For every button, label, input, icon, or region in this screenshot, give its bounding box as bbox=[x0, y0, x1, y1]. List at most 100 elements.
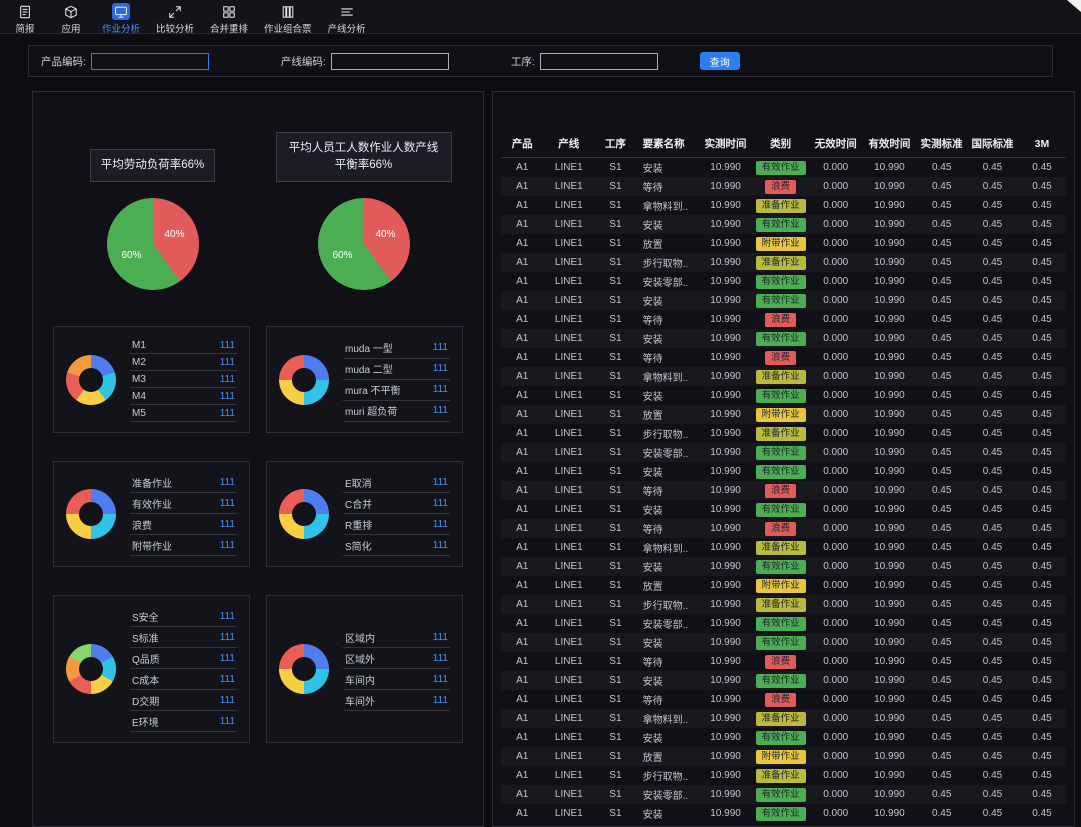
table-cell: 10.990 bbox=[863, 253, 917, 272]
table-row[interactable]: A1LINE1S1安装10.990有效作业0.00010.9900.450.45… bbox=[501, 329, 1066, 348]
nav-item-compare-analysis[interactable]: 比较分析 bbox=[152, 2, 198, 36]
table-cell: 0.45 bbox=[916, 576, 967, 595]
table-cell: A1 bbox=[501, 253, 543, 272]
legend-item[interactable]: C成本111 bbox=[130, 669, 237, 690]
nav-item-job-combination-ticket[interactable]: 作业组合票 bbox=[260, 2, 316, 36]
legend-item[interactable]: E环境111 bbox=[130, 711, 237, 732]
table-row[interactable]: A1LINE1S1安装10.990有效作业0.00010.9900.450.45… bbox=[501, 158, 1066, 178]
table-row[interactable]: A1LINE1S1等待10.990浪费0.00010.9900.450.450.… bbox=[501, 348, 1066, 367]
legend-item[interactable]: E取消111 bbox=[343, 472, 450, 493]
legend-item[interactable]: R重排111 bbox=[343, 514, 450, 535]
table-cell: 0.45 bbox=[967, 481, 1018, 500]
table-row[interactable]: A1LINE1S1等待10.990浪费0.00010.9900.450.450.… bbox=[501, 652, 1066, 671]
table-row[interactable]: A1LINE1S1安装10.990有效作业0.00010.9900.450.45… bbox=[501, 728, 1066, 747]
legend-item[interactable]: M1111 bbox=[130, 337, 237, 354]
table-row[interactable]: A1LINE1S1等待10.990浪费0.00010.9900.450.450.… bbox=[501, 177, 1066, 196]
category-badge: 有效作业 bbox=[756, 161, 806, 175]
legend-item[interactable]: mura 不平衡111 bbox=[343, 380, 450, 401]
legend-item[interactable]: C合并111 bbox=[343, 493, 450, 514]
table-cell: A1 bbox=[501, 652, 543, 671]
legend-item[interactable]: muda 一型111 bbox=[343, 338, 450, 359]
table-cell: 10.990 bbox=[863, 462, 917, 481]
legend-item[interactable]: D交期111 bbox=[130, 690, 237, 711]
table-row[interactable]: A1LINE1S1安装10.990有效作业0.00010.9900.450.45… bbox=[501, 633, 1066, 652]
legend-item[interactable]: 区域外111 bbox=[343, 648, 450, 669]
table-row[interactable]: A1LINE1S1安装零部..10.990有效作业0.00010.9900.45… bbox=[501, 614, 1066, 633]
table-cell: 0.45 bbox=[916, 291, 967, 310]
table-cell: S1 bbox=[594, 329, 636, 348]
product-code-input[interactable] bbox=[91, 53, 209, 70]
legend-item[interactable]: S简化111 bbox=[343, 535, 450, 556]
elements-table: 产品产线工序要素名称实测时间类别无效时间有效时间实测标准国际标准3M A1LIN… bbox=[501, 130, 1066, 823]
nav-item-job-analysis[interactable]: 作业分析 bbox=[98, 2, 144, 36]
legend-item[interactable]: 浪费111 bbox=[130, 514, 237, 535]
legend-value: 111 bbox=[220, 540, 235, 551]
line-code-input[interactable] bbox=[331, 53, 449, 70]
report-icon bbox=[16, 3, 34, 20]
legend-item[interactable]: 准备作业111 bbox=[130, 472, 237, 493]
nav-item-application[interactable]: 应用 bbox=[52, 2, 90, 36]
nav-item-briefing[interactable]: 简报 bbox=[6, 2, 44, 36]
nav-item-merge-rearrange[interactable]: 合并重排 bbox=[206, 2, 252, 36]
table-row[interactable]: A1LINE1S1放置10.990附带作业0.00010.9900.450.45… bbox=[501, 747, 1066, 766]
legend-item[interactable]: M3111 bbox=[130, 371, 237, 388]
process-input[interactable] bbox=[540, 53, 658, 70]
legend-item[interactable]: 区域内111 bbox=[343, 627, 450, 648]
table-row[interactable]: A1LINE1S1拿物料到..10.990准备作业0.00010.9900.45… bbox=[501, 538, 1066, 557]
table-row[interactable]: A1LINE1S1安装10.990有效作业0.00010.9900.450.45… bbox=[501, 386, 1066, 405]
query-button[interactable]: 查询 bbox=[700, 52, 740, 70]
compare-icon bbox=[166, 3, 184, 20]
table-row[interactable]: A1LINE1S1安装10.990有效作业0.00010.9900.450.45… bbox=[501, 291, 1066, 310]
table-cell: 10.990 bbox=[699, 177, 753, 196]
table-row[interactable]: A1LINE1S1步行取物..10.990准备作业0.00010.9900.45… bbox=[501, 253, 1066, 272]
table-row[interactable]: A1LINE1S1等待10.990浪费0.00010.9900.450.450.… bbox=[501, 481, 1066, 500]
legend-item[interactable]: muda 二型111 bbox=[343, 359, 450, 380]
legend-item[interactable]: M4111 bbox=[130, 388, 237, 405]
table-row[interactable]: A1LINE1S1安装10.990有效作业0.00010.9900.450.45… bbox=[501, 462, 1066, 481]
table-row[interactable]: A1LINE1S1步行取物..10.990准备作业0.00010.9900.45… bbox=[501, 766, 1066, 785]
table-row[interactable]: A1LINE1S1放置10.990附带作业0.00010.9900.450.45… bbox=[501, 405, 1066, 424]
table-row[interactable]: A1LINE1S1放置10.990附带作业0.00010.9900.450.45… bbox=[501, 234, 1066, 253]
table-row[interactable]: A1LINE1S1安装10.990有效作业0.00010.9900.450.45… bbox=[501, 671, 1066, 690]
table-row[interactable]: A1LINE1S1安装10.990有效作业0.00010.9900.450.45… bbox=[501, 500, 1066, 519]
table-row[interactable]: A1LINE1S1安装10.990有效作业0.00010.9900.450.45… bbox=[501, 557, 1066, 576]
legend-item[interactable]: muri 超负荷111 bbox=[343, 401, 450, 422]
table-row[interactable]: A1LINE1S1拿物料到..10.990准备作业0.00010.9900.45… bbox=[501, 367, 1066, 386]
legend-item[interactable]: 附带作业111 bbox=[130, 535, 237, 556]
table-row[interactable]: A1LINE1S1步行取物..10.990准备作业0.00010.9900.45… bbox=[501, 595, 1066, 614]
table-cell: 10.990 bbox=[699, 386, 753, 405]
table-row[interactable]: A1LINE1S1安装零部..10.990有效作业0.00010.9900.45… bbox=[501, 785, 1066, 804]
legend-value: 111 bbox=[220, 374, 235, 385]
legend-label: M1 bbox=[132, 340, 146, 351]
legend-item[interactable]: M2111 bbox=[130, 354, 237, 371]
table-row[interactable]: A1LINE1S1等待10.990浪费0.00010.9900.450.450.… bbox=[501, 310, 1066, 329]
table-row[interactable]: A1LINE1S1等待10.990浪费0.00010.9900.450.450.… bbox=[501, 690, 1066, 709]
table-row[interactable]: A1LINE1S1安装零部..10.990有效作业0.00010.9900.45… bbox=[501, 272, 1066, 291]
legend-item[interactable]: S标准111 bbox=[130, 627, 237, 648]
donut-chart bbox=[66, 489, 116, 539]
legend-item[interactable]: S安全111 bbox=[130, 606, 237, 627]
table-row[interactable]: A1LINE1S1安装10.990有效作业0.00010.9900.450.45… bbox=[501, 215, 1066, 234]
nav-item-line-analysis[interactable]: 产线分析 bbox=[324, 2, 370, 36]
legend-item[interactable]: 车间内111 bbox=[343, 669, 450, 690]
legend-item[interactable]: Q品质111 bbox=[130, 648, 237, 669]
legend-item[interactable]: M5111 bbox=[130, 405, 237, 422]
legend-item[interactable]: 车间外111 bbox=[343, 690, 450, 711]
element-name-cell: 步行取物.. bbox=[637, 766, 699, 785]
table-row[interactable]: A1LINE1S1安装10.990有效作业0.00010.9900.450.45… bbox=[501, 804, 1066, 823]
table-cell: 0.45 bbox=[916, 766, 967, 785]
donut-card-work-category: 准备作业111有效作业111浪费111附带作业111 bbox=[53, 461, 250, 567]
table-cell: 10.990 bbox=[699, 348, 753, 367]
table-row[interactable]: A1LINE1S1等待10.990浪费0.00010.9900.450.450.… bbox=[501, 519, 1066, 538]
category-cell: 有效作业 bbox=[752, 614, 809, 633]
table-row[interactable]: A1LINE1S1步行取物..10.990准备作业0.00010.9900.45… bbox=[501, 424, 1066, 443]
table-cell: 0.45 bbox=[967, 595, 1018, 614]
category-cell: 有效作业 bbox=[752, 386, 809, 405]
table-row[interactable]: A1LINE1S1安装零部..10.990有效作业0.00010.9900.45… bbox=[501, 443, 1066, 462]
category-cell: 有效作业 bbox=[752, 272, 809, 291]
legend-item[interactable]: 有效作业111 bbox=[130, 493, 237, 514]
table-row[interactable]: A1LINE1S1放置10.990附带作业0.00010.9900.450.45… bbox=[501, 576, 1066, 595]
table-row[interactable]: A1LINE1S1拿物料到..10.990准备作业0.00010.9900.45… bbox=[501, 709, 1066, 728]
legend-value: 111 bbox=[433, 540, 448, 551]
table-row[interactable]: A1LINE1S1拿物料到..10.990准备作业0.00010.9900.45… bbox=[501, 196, 1066, 215]
